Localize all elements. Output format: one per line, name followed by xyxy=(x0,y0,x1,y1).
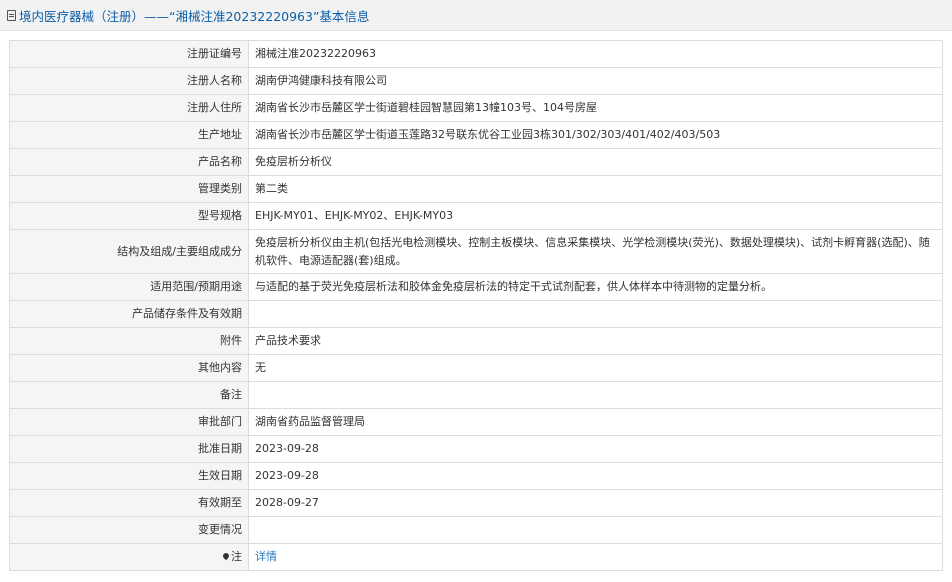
row-value: 免疫层析分析仪由主机(包括光电检测模块、控制主板模块、信息采集模块、光学检测模块… xyxy=(248,229,943,274)
row-value: 产品技术要求 xyxy=(248,327,943,355)
table-row: 适用范围/预期用途 与适配的基于荧光免疫层析法和胶体金免疫层析法的特定干式试剂配… xyxy=(9,273,943,301)
details-link[interactable]: 详情 xyxy=(255,550,277,563)
table-row: 有效期至 2028-09-27 xyxy=(9,489,943,517)
table-row-note: 注 详情 xyxy=(9,543,943,571)
table-row: 结构及组成/主要组成成分 免疫层析分析仪由主机(包括光电检测模块、控制主板模块、… xyxy=(9,229,943,274)
row-label: 生效日期 xyxy=(9,462,249,490)
note-value-cell: 详情 xyxy=(248,543,943,571)
table-row: 备注 xyxy=(9,381,943,409)
pin-icon xyxy=(221,551,231,561)
row-value: 湘械注准20232220963 xyxy=(248,40,943,68)
table-row: 附件 产品技术要求 xyxy=(9,327,943,355)
row-value: 湖南省长沙市岳麓区学士街道玉莲路32号联东优谷工业园3栋301/302/303/… xyxy=(248,121,943,149)
row-value: 湖南省长沙市岳麓区学士街道碧桂园智慧园第13幢103号、104号房屋 xyxy=(248,94,943,122)
row-label: 附件 xyxy=(9,327,249,355)
row-value: 第二类 xyxy=(248,175,943,203)
row-label: 产品储存条件及有效期 xyxy=(9,300,249,328)
row-value xyxy=(248,516,943,544)
row-value xyxy=(248,300,943,328)
row-value: 无 xyxy=(248,354,943,382)
row-label: 变更情况 xyxy=(9,516,249,544)
row-value: 与适配的基于荧光免疫层析法和胶体金免疫层析法的特定干式试剂配套，供人体样本中待测… xyxy=(248,273,943,301)
table-row: 注册证编号 湘械注准20232220963 xyxy=(9,40,943,68)
table-row: 管理类别 第二类 xyxy=(9,175,943,203)
row-label: 注册证编号 xyxy=(9,40,249,68)
page-title: 境内医疗器械（注册）——“湘械注准20232220963”基本信息 xyxy=(19,8,370,24)
table-row: 生效日期 2023-09-28 xyxy=(9,462,943,490)
note-label: 注 xyxy=(231,550,242,563)
row-value xyxy=(248,381,943,409)
row-label: 有效期至 xyxy=(9,489,249,517)
row-label: 产品名称 xyxy=(9,148,249,176)
note-label-cell: 注 xyxy=(9,543,249,571)
table-row: 注册人名称 湖南伊鸿健康科技有限公司 xyxy=(9,67,943,95)
row-label: 生产地址 xyxy=(9,121,249,149)
table-row: 审批部门 湖南省药品监督管理局 xyxy=(9,408,943,436)
info-table: 注册证编号 湘械注准20232220963 注册人名称 湖南伊鸿健康科技有限公司… xyxy=(9,40,943,571)
table-row: 型号规格 EHJK-MY01、EHJK-MY02、EHJK-MY03 xyxy=(9,202,943,230)
table-row: 注册人住所 湖南省长沙市岳麓区学士街道碧桂园智慧园第13幢103号、104号房屋 xyxy=(9,94,943,122)
row-value: 2028-09-27 xyxy=(248,489,943,517)
row-value: EHJK-MY01、EHJK-MY02、EHJK-MY03 xyxy=(248,202,943,230)
row-label: 批准日期 xyxy=(9,435,249,463)
document-icon xyxy=(7,9,16,21)
page-header: 境内医疗器械（注册）——“湘械注准20232220963”基本信息 xyxy=(0,0,952,31)
row-label: 备注 xyxy=(9,381,249,409)
table-row: 产品名称 免疫层析分析仪 xyxy=(9,148,943,176)
row-value: 湖南省药品监督管理局 xyxy=(248,408,943,436)
table-row: 生产地址 湖南省长沙市岳麓区学士街道玉莲路32号联东优谷工业园3栋301/302… xyxy=(9,121,943,149)
table-row: 变更情况 xyxy=(9,516,943,544)
row-value: 2023-09-28 xyxy=(248,435,943,463)
row-label: 结构及组成/主要组成成分 xyxy=(9,229,249,274)
row-label: 适用范围/预期用途 xyxy=(9,273,249,301)
row-label: 审批部门 xyxy=(9,408,249,436)
row-label: 其他内容 xyxy=(9,354,249,382)
table-row: 其他内容 无 xyxy=(9,354,943,382)
table-row: 产品储存条件及有效期 xyxy=(9,300,943,328)
table-row: 批准日期 2023-09-28 xyxy=(9,435,943,463)
row-value: 2023-09-28 xyxy=(248,462,943,490)
row-label: 型号规格 xyxy=(9,202,249,230)
row-value: 湖南伊鸿健康科技有限公司 xyxy=(248,67,943,95)
row-label: 注册人名称 xyxy=(9,67,249,95)
row-value: 免疫层析分析仪 xyxy=(248,148,943,176)
row-label: 注册人住所 xyxy=(9,94,249,122)
row-label: 管理类别 xyxy=(9,175,249,203)
